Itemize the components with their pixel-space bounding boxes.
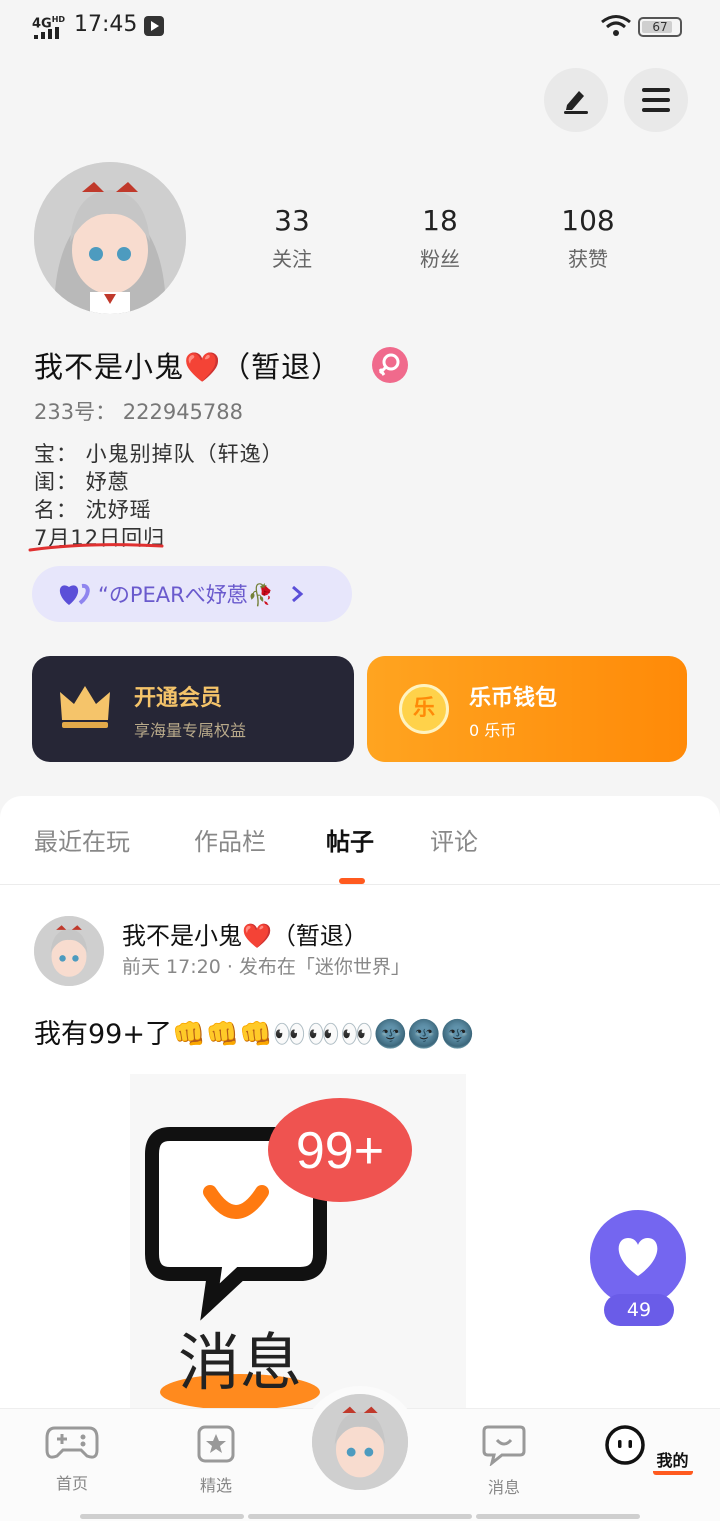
post-author-avatar[interactable] bbox=[34, 916, 104, 986]
pencil-icon bbox=[564, 91, 588, 114]
hamburger-icon bbox=[642, 88, 670, 112]
star-icon bbox=[197, 1425, 235, 1463]
nav-featured[interactable]: 精选 bbox=[166, 1424, 266, 1496]
user-id: 233号： 222945788 bbox=[34, 400, 244, 424]
battery-icon: 67 bbox=[638, 17, 682, 37]
nav-messages[interactable]: 消息 bbox=[454, 1424, 554, 1498]
coin-title: 乐币钱包 bbox=[469, 686, 558, 711]
tab-recent-play[interactable]: 最近在玩 bbox=[34, 822, 130, 857]
nav-label: 首页 bbox=[55, 1474, 88, 1493]
profile-face-icon bbox=[605, 1425, 646, 1465]
like-button[interactable] bbox=[590, 1210, 686, 1306]
heart-icon bbox=[59, 583, 90, 605]
system-nav-bar bbox=[476, 1514, 640, 1519]
nav-label: 我的 bbox=[652, 1447, 693, 1475]
signal-icon bbox=[34, 27, 64, 39]
avatar-illustration bbox=[34, 162, 186, 314]
status-bar: 4GHD 17:45 67 bbox=[0, 0, 720, 56]
chevron-right-icon bbox=[291, 585, 304, 603]
stat-label: 关注 bbox=[272, 247, 312, 271]
stat-followers[interactable]: 18 粉丝 bbox=[380, 204, 500, 272]
system-nav-bar bbox=[248, 1514, 472, 1519]
post-text: 我有99+了👊👊👊👀👀👀🌚🌚🌚 bbox=[34, 1019, 475, 1050]
crown-icon bbox=[60, 686, 110, 728]
screen-record-icon bbox=[144, 16, 164, 36]
handwritten-underline bbox=[28, 543, 164, 552]
vip-subtitle: 享海量专属权益 bbox=[134, 721, 247, 740]
bio-line: 名： 沈妤瑶 bbox=[34, 498, 152, 522]
tab-works[interactable]: 作品栏 bbox=[194, 822, 266, 857]
nav-label: 消息 bbox=[487, 1478, 520, 1497]
female-gender-icon bbox=[372, 347, 408, 383]
nav-center-avatar-button[interactable] bbox=[312, 1394, 408, 1490]
username: 我不是小鬼❤️（暂退） bbox=[34, 350, 342, 384]
guild-badge[interactable]: “のPEARべ妤蒽🥀 bbox=[32, 566, 352, 622]
stat-label: 获赞 bbox=[568, 247, 608, 271]
tab-comments[interactable]: 评论 bbox=[430, 822, 478, 857]
post-meta: 前天 17:20 · 发布在「迷你世界」 bbox=[122, 956, 410, 978]
heart-icon bbox=[618, 1238, 658, 1276]
image-caption: 消息 bbox=[178, 1326, 302, 1399]
tab-posts[interactable]: 帖子 bbox=[326, 822, 374, 857]
coin-icon: 乐 bbox=[399, 684, 449, 734]
message-bubble-illustration: 99+ 消息 bbox=[130, 1074, 466, 1410]
badge-count: 99+ bbox=[296, 1122, 384, 1180]
system-nav-bar bbox=[80, 1514, 244, 1519]
nav-home[interactable]: 首页 bbox=[22, 1424, 122, 1494]
nav-profile[interactable]: 我的 bbox=[598, 1424, 698, 1475]
stat-value: 33 bbox=[274, 204, 310, 237]
wifi-icon bbox=[601, 15, 631, 36]
nav-label: 精选 bbox=[199, 1476, 232, 1495]
bio-line: 闺： 妤蒽 bbox=[34, 470, 130, 494]
avatar[interactable] bbox=[34, 162, 186, 314]
stat-following[interactable]: 33 关注 bbox=[232, 204, 352, 272]
bio-line: 宝： 小鬼别掉队（轩逸） bbox=[34, 442, 284, 466]
stat-likes[interactable]: 108 获赞 bbox=[528, 204, 648, 272]
post-image[interactable]: 99+ 消息 bbox=[130, 1074, 466, 1410]
message-icon bbox=[482, 1425, 526, 1467]
guild-name: “のPEARべ妤蒽🥀 bbox=[98, 583, 274, 607]
like-count: 49 bbox=[604, 1294, 674, 1326]
post-author-name[interactable]: 我不是小鬼❤️（暂退） bbox=[122, 916, 368, 951]
coin-wallet-card[interactable]: 乐 乐币钱包 0 乐币 bbox=[367, 656, 687, 762]
divider bbox=[0, 884, 720, 885]
vip-title: 开通会员 bbox=[134, 686, 223, 711]
menu-button[interactable] bbox=[624, 68, 688, 132]
coin-balance: 0 乐币 bbox=[469, 721, 517, 740]
stat-label: 粉丝 bbox=[420, 247, 460, 271]
status-time: 17:45 bbox=[74, 12, 138, 37]
vip-card[interactable]: 开通会员 享海量专属权益 bbox=[32, 656, 354, 762]
edit-profile-button[interactable] bbox=[544, 68, 608, 132]
stat-value: 108 bbox=[561, 204, 615, 237]
stat-value: 18 bbox=[422, 204, 458, 237]
gamepad-icon bbox=[45, 1426, 99, 1459]
